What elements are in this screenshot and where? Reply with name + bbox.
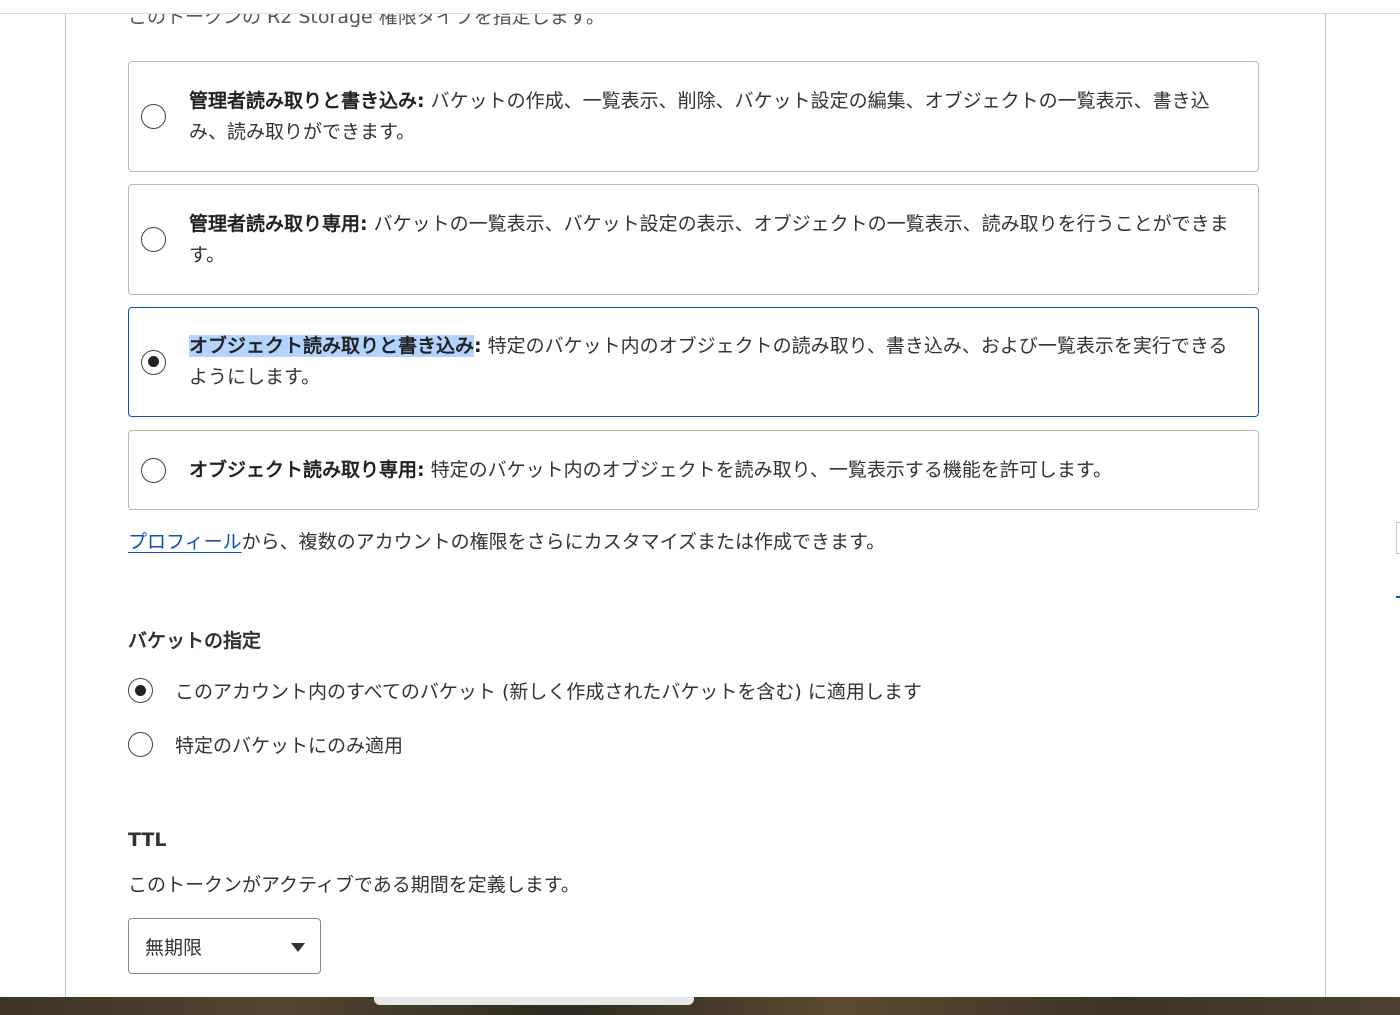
radio-button-selected[interactable]: [128, 678, 153, 703]
ttl-section-title: TTL: [128, 829, 167, 851]
ttl-description: このトークンがアクティブである期間を定義します。: [128, 874, 580, 896]
caret-down-icon: [291, 943, 305, 952]
option-title: オブジェクト読み取り専用:: [189, 458, 425, 481]
radio-button[interactable]: [141, 104, 166, 129]
bucket-option-specific[interactable]: 特定のバケットにのみ適用: [128, 731, 403, 758]
permission-option-object-read-write[interactable]: オブジェクト読み取りと書き込み: 特定のバケット内のオブジェクトの読み取り、書き…: [128, 307, 1259, 417]
desktop-background: [0, 997, 1400, 1015]
permission-option-admin-read-only[interactable]: 管理者読み取り専用: バケットの一覧表示、バケット設定の表示、オブジェクトの一覧…: [128, 184, 1259, 295]
permission-option-admin-read-write[interactable]: 管理者読み取りと書き込み: バケットの作成、一覧表示、削除、バケット設定の編集、…: [128, 61, 1259, 172]
option-text: オブジェクト読み取り専用: 特定のバケット内のオブジェクトを読み取り、一覧表示す…: [189, 455, 1112, 486]
option-text: オブジェクト読み取りと書き込み: 特定のバケット内のオブジェクトの読み取り、書き…: [189, 331, 1242, 393]
browser-top-edge: [0, 0, 1400, 14]
edge-accent-line: [1396, 596, 1400, 598]
profile-note: プロフィールから、複数のアカウントの権限をさらにカスタマイズまたは作成できます。: [128, 527, 885, 554]
bucket-option-label: このアカウント内のすべてのバケット (新しく作成されたバケットを含む) に適用し…: [175, 681, 922, 703]
radio-button[interactable]: [141, 227, 166, 252]
option-title-colon: :: [474, 335, 482, 357]
profile-link[interactable]: プロフィール: [128, 531, 242, 553]
option-description: 特定のバケット内のオブジェクトを読み取り、一覧表示する機能を許可します。: [424, 458, 1112, 481]
radio-button-selected[interactable]: [141, 349, 166, 375]
option-title: 管理者読み取りと書き込み:: [189, 89, 425, 112]
option-text: 管理者読み取りと書き込み: バケットの作成、一覧表示、削除、バケット設定の編集、…: [189, 86, 1242, 148]
radio-button[interactable]: [128, 732, 153, 757]
option-title: 管理者読み取り専用:: [189, 212, 368, 235]
bucket-option-all[interactable]: このアカウント内のすべてのバケット (新しく作成されたバケットを含む) に適用し…: [128, 677, 922, 704]
ttl-select[interactable]: 無期限: [128, 918, 321, 974]
radio-button[interactable]: [141, 457, 166, 483]
bucket-option-label: 特定のバケットにのみ適用: [175, 735, 404, 757]
scrollbar-edge: [1396, 522, 1400, 554]
option-text: 管理者読み取り専用: バケットの一覧表示、バケット設定の表示、オブジェクトの一覧…: [189, 209, 1242, 271]
bucket-section-title: バケットの指定: [128, 630, 262, 652]
profile-note-text: から、複数のアカウントの権限をさらにカスタマイズまたは作成できます。: [241, 531, 886, 553]
window-tab-edge: [374, 997, 694, 1005]
permission-option-object-read-only[interactable]: オブジェクト読み取り専用: 特定のバケット内のオブジェクトを読み取り、一覧表示す…: [128, 430, 1259, 510]
ttl-select-value: 無期限: [145, 936, 203, 959]
option-title-highlighted: オブジェクト読み取りと書き込み: [189, 335, 475, 357]
